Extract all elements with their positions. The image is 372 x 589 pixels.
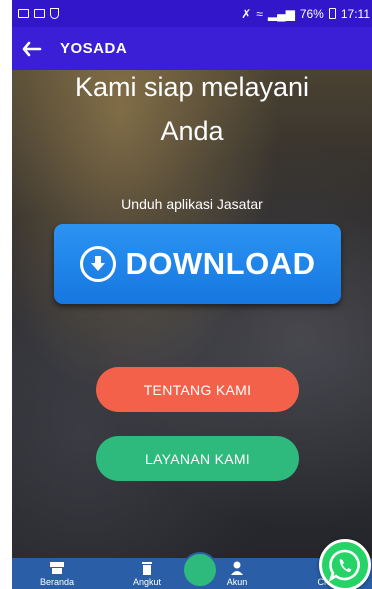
tentang-kami-label: TENTANG KAMI <box>143 381 252 398</box>
battery-percent: 76% <box>299 6 324 21</box>
center-action-button[interactable] <box>182 552 218 588</box>
whatsapp-button[interactable] <box>319 539 371 589</box>
nav-item-angkut[interactable]: Angkut <box>102 558 192 589</box>
nav-item-beranda[interactable]: Beranda <box>12 558 102 589</box>
headline-line2: Anda <box>160 116 224 146</box>
store-icon <box>50 562 64 574</box>
download-label: DOWNLOAD <box>125 246 316 281</box>
whatsapp-icon <box>328 549 360 582</box>
phone-screen: ✗ ≈ ▂▄▆ 76% 17:11 YOSADA Kami siap melay… <box>12 0 372 589</box>
layanan-kami-label: LAYANAN KAMI <box>145 450 250 467</box>
download-button[interactable]: DOWNLOAD <box>54 224 341 304</box>
app-title: YOSADA <box>60 40 128 57</box>
layanan-kami-button[interactable]: LAYANAN KAMI <box>96 436 299 481</box>
mute-icon: ✗ <box>241 6 252 21</box>
shield-notification-icon <box>50 8 59 19</box>
person-icon <box>231 561 243 575</box>
headline-line1: Kami siap melayani <box>74 72 310 102</box>
wifi-icon: ≈ <box>256 6 263 21</box>
nav-label-akun: Akun <box>226 577 248 587</box>
download-subtitle: Unduh aplikasi Jasatar <box>121 196 263 212</box>
nav-label-beranda: Beranda <box>39 577 75 587</box>
tentang-kami-button[interactable]: TENTANG KAMI <box>96 367 299 412</box>
screen-notification-icon <box>34 9 45 18</box>
app-bar: YOSADA <box>12 27 372 70</box>
status-time: 17:11 <box>340 6 370 21</box>
image-notification-icon <box>18 9 29 18</box>
nav-label-angkut: Angkut <box>132 577 162 587</box>
back-arrow-icon <box>22 41 42 56</box>
download-icon <box>79 246 116 282</box>
trash-icon <box>142 562 152 575</box>
signal-icon: ▂▄▆ <box>267 6 295 21</box>
battery-icon <box>328 8 336 19</box>
status-bar: ✗ ≈ ▂▄▆ 76% 17:11 <box>12 0 372 27</box>
back-button[interactable] <box>12 27 52 70</box>
